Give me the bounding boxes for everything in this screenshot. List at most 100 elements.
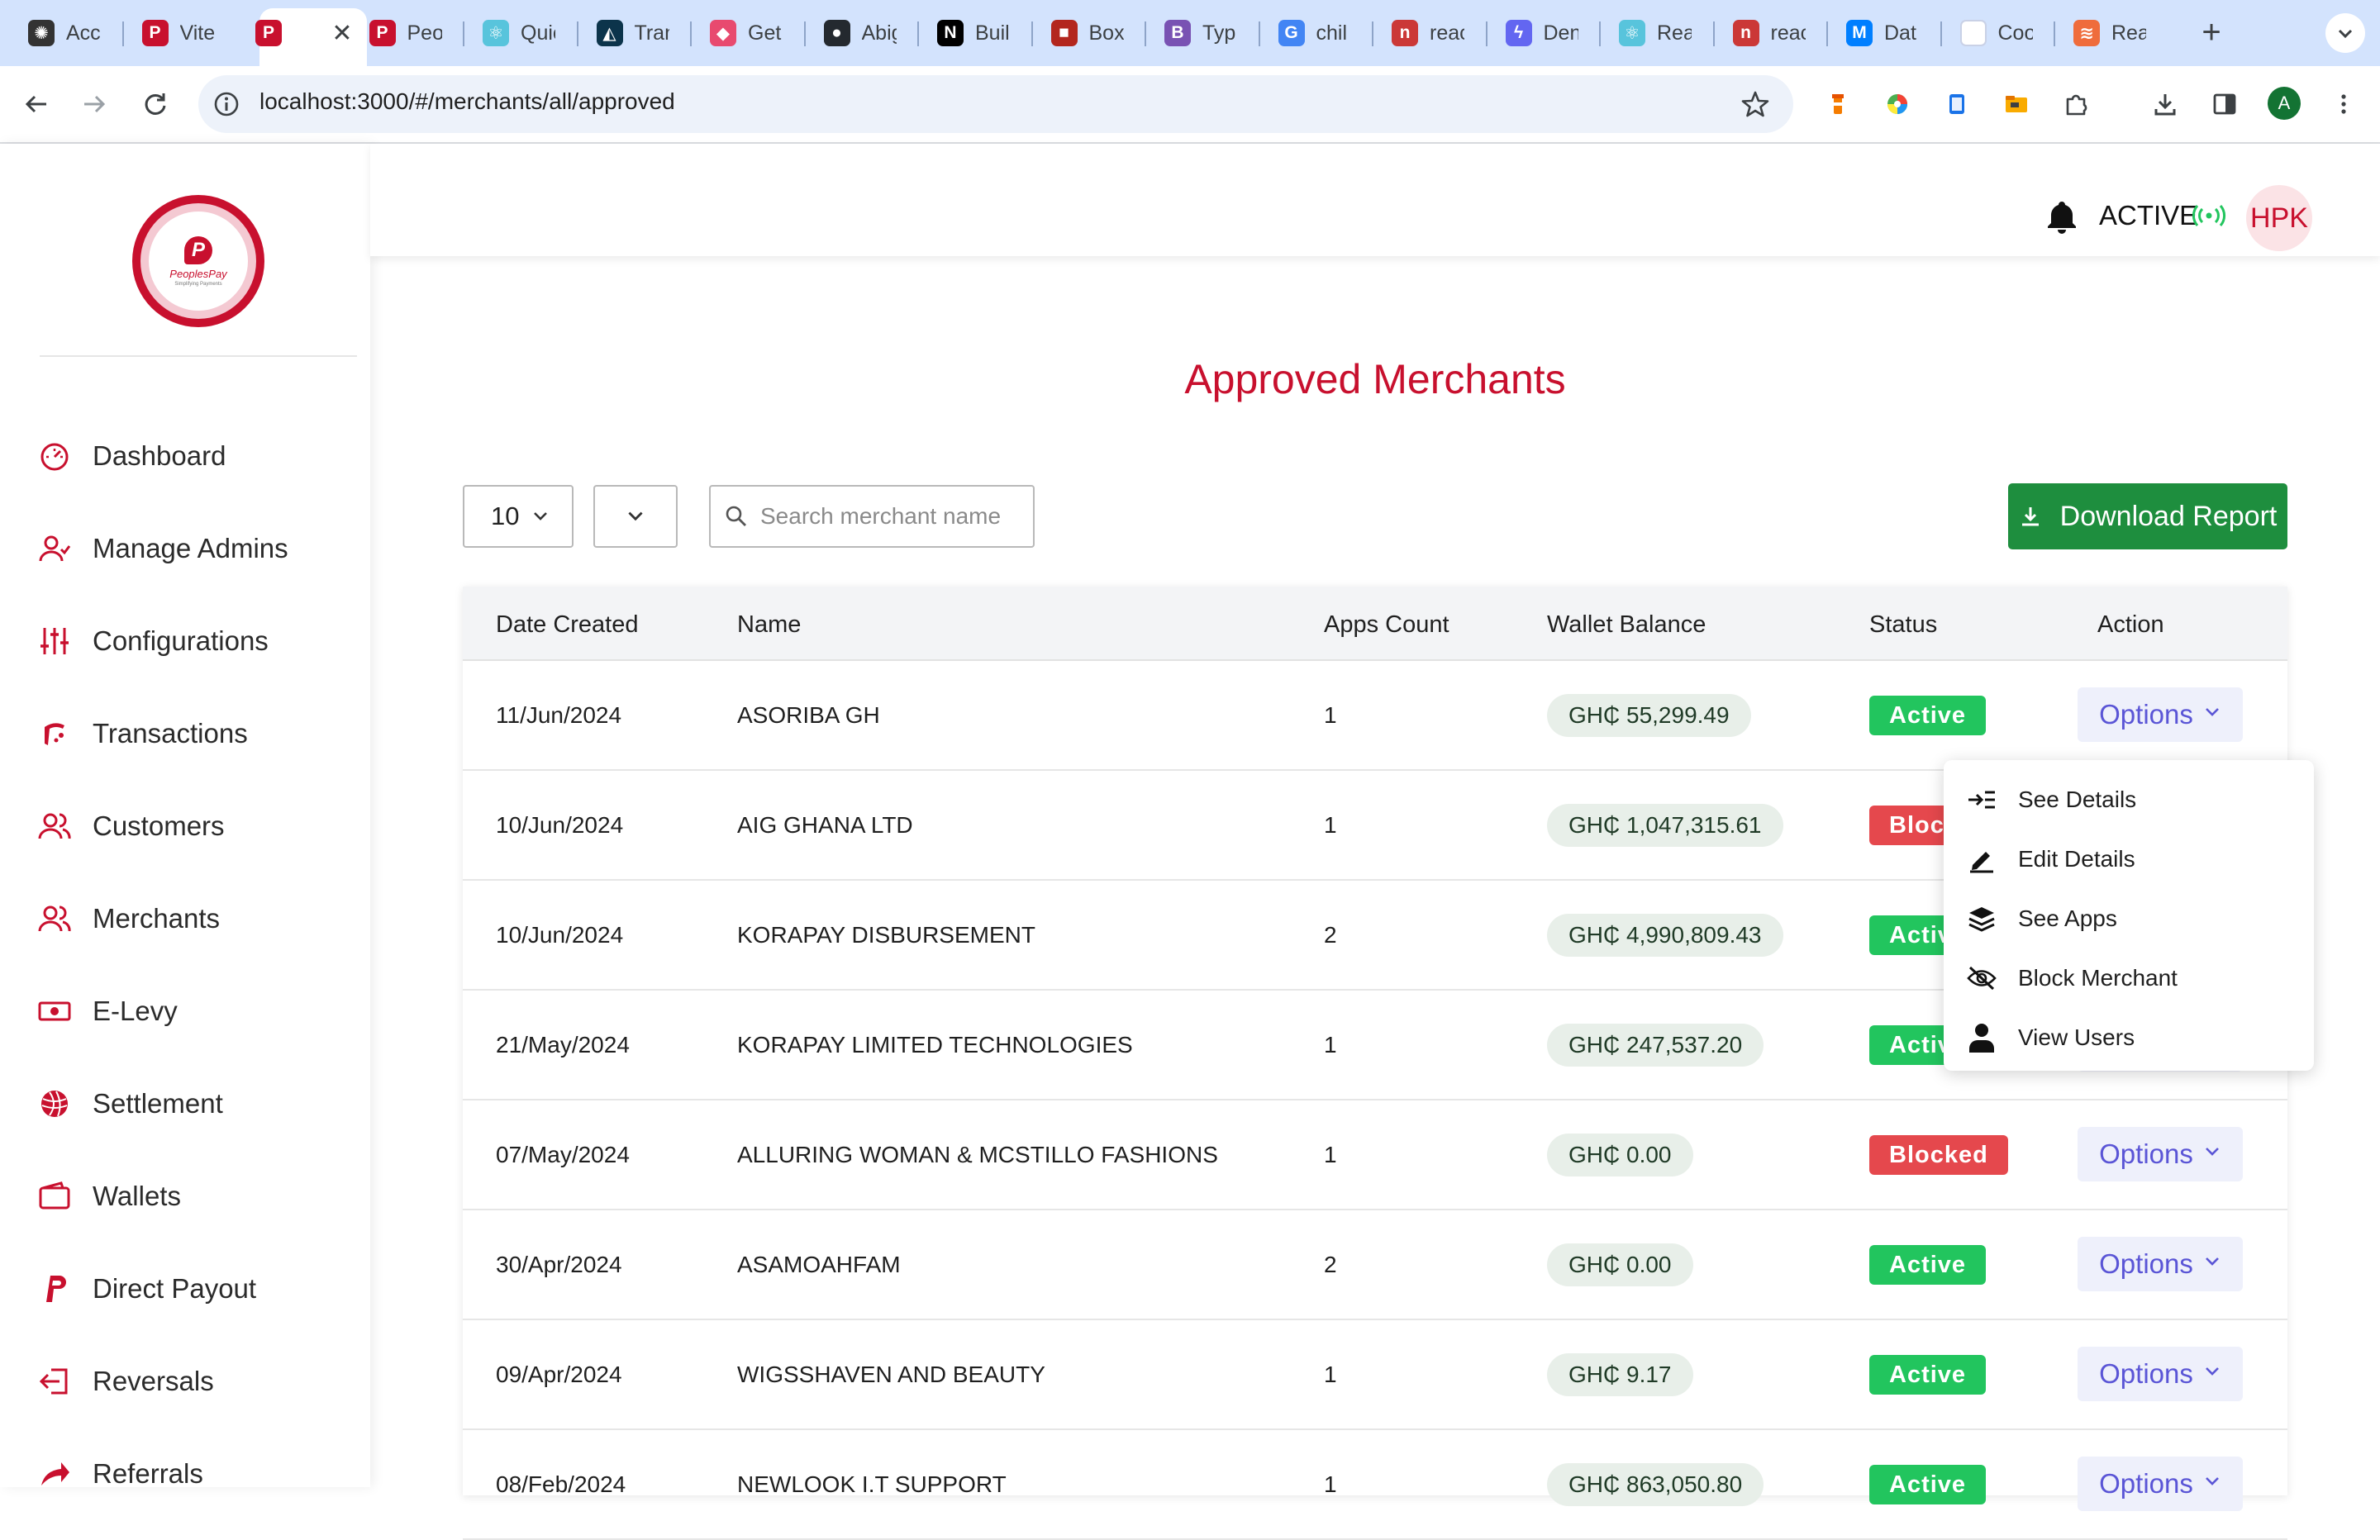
sidebar-item-merchants[interactable]: Merchants — [36, 890, 350, 948]
column-header[interactable]: Name — [737, 611, 801, 639]
status-badge: Active — [1869, 696, 1987, 735]
date-created-cell: 11/Jun/2024 — [496, 702, 622, 728]
filter-select[interactable] — [593, 485, 678, 548]
extension-clipboard-icon[interactable] — [1937, 84, 1977, 124]
profile-avatar[interactable]: A — [2268, 87, 2301, 120]
browser-tab[interactable]: nreac — [1715, 12, 1829, 55]
site-info-icon[interactable] — [207, 84, 246, 124]
options-button[interactable]: Options — [2078, 1237, 2243, 1291]
users-icon — [36, 808, 73, 844]
sidebar-item-label: E-Levy — [93, 996, 178, 1026]
sidebar-item-direct-payout[interactable]: Direct Payout — [36, 1260, 350, 1318]
tab-title: Coo — [1997, 21, 2033, 45]
extensions-puzzle-icon[interactable] — [2056, 84, 2096, 124]
browser-tab[interactable]: nreac — [1373, 12, 1488, 55]
browser-tab[interactable]: ◭ Tran — [578, 12, 693, 55]
column-header[interactable]: Status — [1869, 611, 1937, 639]
notification-bell-icon[interactable] — [2044, 198, 2079, 235]
options-button[interactable]: Options — [2078, 1457, 2243, 1511]
sidebar-item-referrals[interactable]: Referrals — [36, 1445, 350, 1503]
side-panel-icon[interactable] — [2205, 84, 2244, 124]
table-header: Date Created Name Apps Count Wallet Bala… — [463, 587, 2287, 661]
browser-tab[interactable]: Gchil — [1260, 12, 1374, 55]
sidebar-item-settlement[interactable]: Settlement — [36, 1075, 350, 1133]
sidebar-item-wallets[interactable]: Wallets — [36, 1167, 350, 1225]
apps-count-cell: 2 — [1324, 922, 1337, 948]
browser-tab[interactable]: ● Abig — [806, 12, 920, 55]
sidebar-item-e-levy[interactable]: E-Levy — [36, 982, 350, 1040]
browser-tab[interactable]: ≋ Rea — [2055, 12, 2169, 55]
back-icon[interactable] — [17, 84, 56, 124]
browser-tab[interactable]: M Dat — [1828, 12, 1942, 55]
sidebar-item-transactions[interactable]: Transactions — [36, 705, 350, 763]
column-header[interactable]: Date Created — [496, 611, 639, 639]
downloads-icon[interactable] — [2145, 84, 2185, 124]
page-size-select[interactable]: 10 — [463, 485, 574, 548]
options-button[interactable]: Options — [2078, 1347, 2243, 1401]
eye-slash-icon — [1965, 962, 1998, 995]
browser-tab[interactable]: ϟ Den — [1488, 12, 1602, 55]
browser-tab[interactable]: Coo — [1942, 12, 2056, 55]
browser-tab[interactable]: ✺ Acc — [10, 12, 124, 55]
pencil-icon — [1965, 843, 1998, 876]
merchant-name-cell: ALLURING WOMAN & MCSTILLO FASHIONS — [737, 1142, 1218, 1167]
sidebar-item-manage-admins[interactable]: Manage Admins — [36, 520, 350, 578]
sidebar-item-reversals[interactable]: Reversals — [36, 1352, 350, 1410]
broadcast-signal-icon — [2192, 203, 2226, 228]
extension-colorwheel-icon[interactable] — [1878, 84, 1917, 124]
tab-separator — [1485, 21, 1488, 46]
extension-folder-icon[interactable] — [1997, 84, 2036, 124]
url-text[interactable]: localhost:3000/#/merchants/all/approved — [259, 88, 675, 115]
browser-tab[interactable]: P Peo — [351, 12, 465, 55]
menu-item-label: Edit Details — [2018, 846, 2135, 872]
sidebar-item-dashboard[interactable]: Dashboard — [36, 427, 350, 485]
search-input[interactable] — [760, 503, 1000, 530]
wallet-balance-badge: GH₵ 247,537.20 — [1547, 1024, 1764, 1067]
chatgpt-icon: ✺ — [28, 20, 55, 46]
tab-title: reac — [1430, 21, 1464, 45]
chevron-down-icon — [2205, 708, 2219, 716]
merchant-name-cell: NEWLOOK I.T SUPPORT — [737, 1471, 1007, 1497]
column-header[interactable]: Apps Count — [1324, 611, 1449, 639]
download-icon — [2021, 507, 2039, 526]
tab-separator — [121, 21, 124, 46]
menu-item-view-users[interactable]: View Users — [1944, 1008, 2314, 1067]
reload-icon[interactable] — [136, 84, 175, 124]
sliders-icon — [36, 623, 73, 659]
browser-tab[interactable]: B Typ — [1146, 12, 1260, 55]
browser-tab[interactable]: ⚛ Quic — [464, 12, 578, 55]
new-tab-icon[interactable]: + — [2195, 13, 2228, 51]
tab-search-icon[interactable] — [2325, 13, 2365, 53]
menu-item-see-details[interactable]: See Details — [1944, 770, 2314, 829]
browser-tab[interactable]: P Vite — [124, 12, 238, 55]
sidebar-item-customers[interactable]: Customers — [36, 797, 350, 855]
logo-name: PeoplesPay — [169, 267, 227, 280]
menu-item-edit-details[interactable]: Edit Details — [1944, 829, 2314, 889]
close-tab-icon[interactable]: ✕ — [329, 17, 355, 50]
bookmark-star-icon[interactable] — [1735, 84, 1775, 124]
sidebar-item-configurations[interactable]: Configurations — [36, 612, 350, 670]
options-button[interactable]: Options — [2078, 687, 2243, 742]
date-created-cell: 21/May/2024 — [496, 1032, 630, 1058]
menu-item-block-merchant[interactable]: Block Merchant — [1944, 948, 2314, 1008]
wallet-balance-badge: GH₵ 863,050.80 — [1547, 1463, 1764, 1506]
forward-icon[interactable] — [74, 84, 114, 124]
sidebar-item-label: Configurations — [93, 625, 269, 656]
browser-tab[interactable]: ⚛ Rea — [1601, 12, 1715, 55]
options-button[interactable]: Options — [2078, 1127, 2243, 1181]
wallet-balance-badge: GH₵ 55,299.49 — [1547, 694, 1751, 737]
react-icon: ⚛ — [1619, 20, 1645, 46]
extension-lighthouse-icon[interactable] — [1818, 84, 1858, 124]
search-input-wrapper[interactable] — [709, 485, 1035, 548]
hand-coins-icon — [36, 715, 73, 752]
kebab-menu-icon[interactable] — [2324, 84, 2363, 124]
browser-tab[interactable]: ◆ Get — [692, 12, 806, 55]
menu-item-see-apps[interactable]: See Apps — [1944, 889, 2314, 948]
browser-tab[interactable]: ■ Box — [1033, 12, 1147, 55]
browser-tab[interactable]: N Buil — [919, 12, 1033, 55]
user-avatar[interactable]: HPK — [2246, 185, 2312, 251]
tab-title: Rea — [2111, 21, 2146, 45]
blank-page-icon — [1959, 20, 1987, 46]
column-header[interactable]: Wallet Balance — [1547, 611, 1706, 639]
download-report-button[interactable]: Download Report — [2008, 483, 2287, 549]
